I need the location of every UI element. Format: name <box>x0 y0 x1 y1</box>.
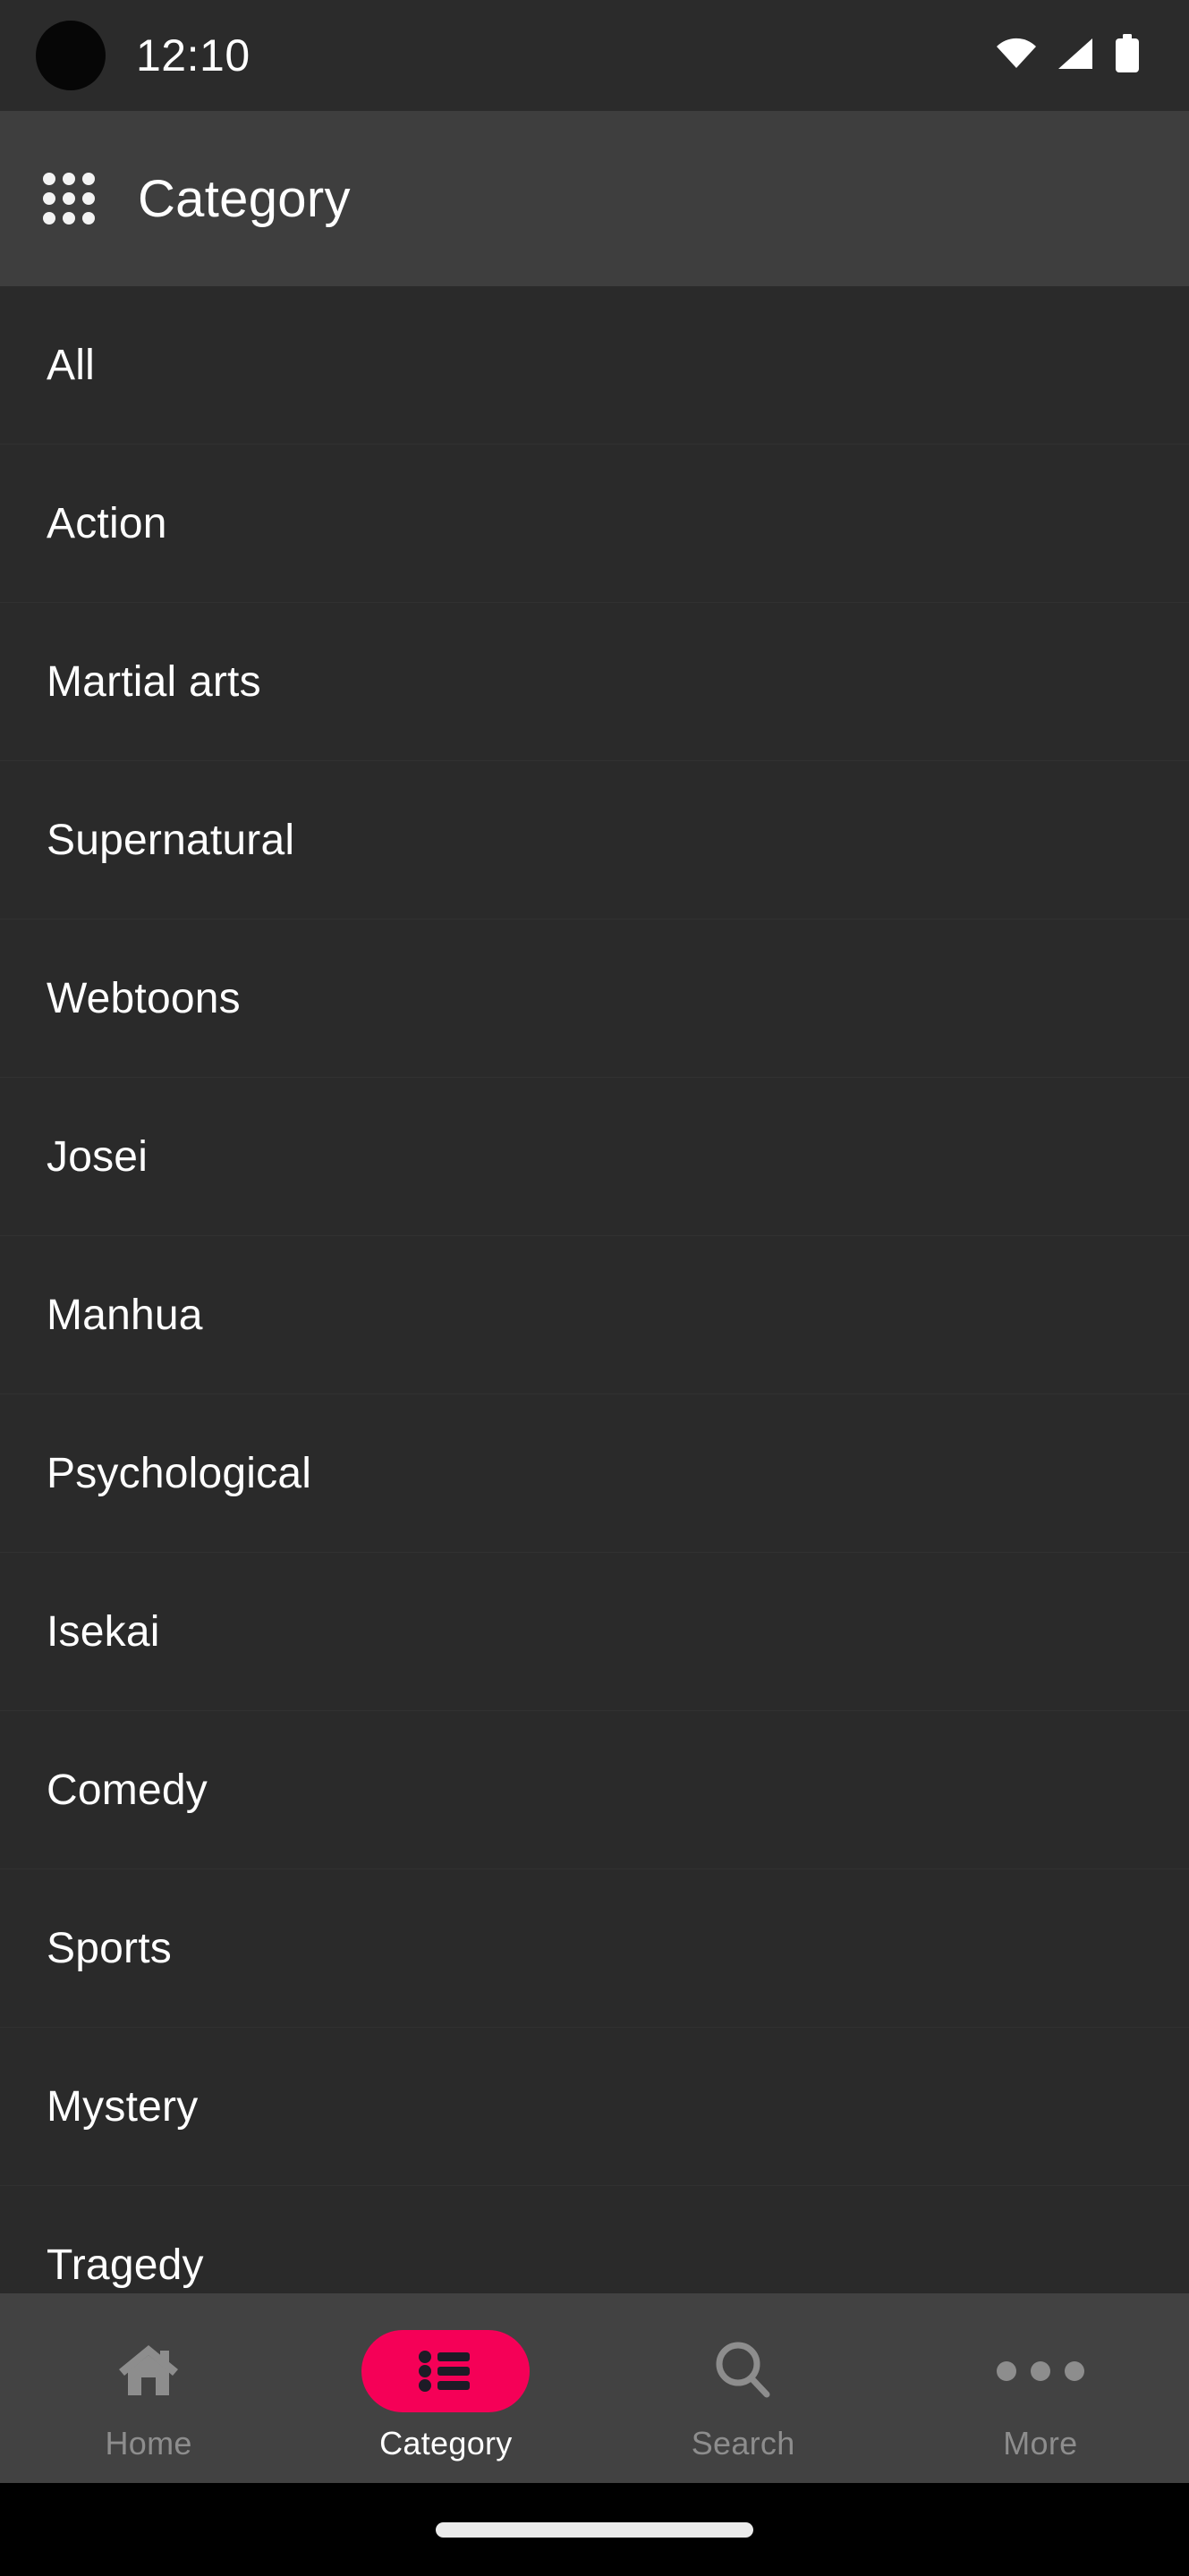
nav-item-search[interactable]: Search <box>595 2314 892 2462</box>
cellular-signal-icon <box>1057 37 1094 75</box>
list-item[interactable]: Mystery <box>0 2028 1189 2186</box>
list-item-label: Josei <box>47 1132 149 1181</box>
wifi-icon <box>996 38 1037 74</box>
list-item-label: Manhua <box>47 1291 203 1339</box>
phone-screen: 12:10 Category All Action Martial arts S… <box>0 0 1189 2576</box>
list-item[interactable]: Manhua <box>0 1236 1189 1394</box>
home-icon <box>115 2330 182 2412</box>
list-item-label: Webtoons <box>47 974 241 1022</box>
list-item-label: Comedy <box>47 1766 208 1814</box>
nav-label-search: Search <box>691 2425 795 2462</box>
search-icon <box>712 2330 775 2412</box>
nav-label-home: Home <box>105 2425 192 2462</box>
nav-item-home[interactable]: Home <box>0 2314 297 2462</box>
list-item[interactable]: Josei <box>0 1078 1189 1236</box>
list-item[interactable]: Martial arts <box>0 603 1189 761</box>
nav-label-category: Category <box>379 2425 513 2462</box>
bottom-navigation-bar: Home Category Search More <box>0 2293 1189 2483</box>
list-icon <box>361 2330 531 2412</box>
system-gesture-bar <box>0 2483 1189 2576</box>
status-bar-right <box>996 33 1153 78</box>
list-item[interactable]: Sports <box>0 1869 1189 2028</box>
nav-item-category[interactable]: Category <box>297 2314 594 2462</box>
list-item-label: Supernatural <box>47 816 295 864</box>
list-item-label: Tragedy <box>47 2241 204 2289</box>
list-item-label: Martial arts <box>47 657 261 706</box>
list-item-label: Sports <box>47 1924 172 1972</box>
category-pill[interactable] <box>361 2330 531 2412</box>
grid-apps-icon[interactable] <box>43 173 95 225</box>
nav-label-more: More <box>1003 2425 1078 2462</box>
list-item-label: Psychological <box>47 1449 312 1497</box>
nav-item-more[interactable]: More <box>892 2314 1189 2462</box>
list-item-label: All <box>47 341 95 389</box>
list-item-label: Action <box>47 499 167 547</box>
home-indicator-icon[interactable] <box>436 2521 753 2538</box>
list-item-label: Mystery <box>47 2082 199 2131</box>
app-header: Category <box>0 111 1189 286</box>
status-bar-clock: 12:10 <box>136 30 251 80</box>
notification-dot-icon <box>36 21 106 90</box>
status-bar: 12:10 <box>0 0 1189 111</box>
page-title: Category <box>138 169 351 228</box>
list-item-label: Isekai <box>47 1607 160 1656</box>
list-item[interactable]: Psychological <box>0 1394 1189 1553</box>
list-item[interactable]: Isekai <box>0 1553 1189 1711</box>
more-horizontal-icon <box>996 2330 1084 2412</box>
list-item[interactable]: Webtoons <box>0 919 1189 1078</box>
list-item[interactable]: Supernatural <box>0 761 1189 919</box>
category-list[interactable]: All Action Martial arts Supernatural Web… <box>0 286 1189 2576</box>
list-item[interactable]: Comedy <box>0 1711 1189 1869</box>
list-item[interactable]: Action <box>0 445 1189 603</box>
status-bar-left: 12:10 <box>36 21 251 90</box>
list-item[interactable]: All <box>0 286 1189 445</box>
battery-icon <box>1114 33 1141 78</box>
